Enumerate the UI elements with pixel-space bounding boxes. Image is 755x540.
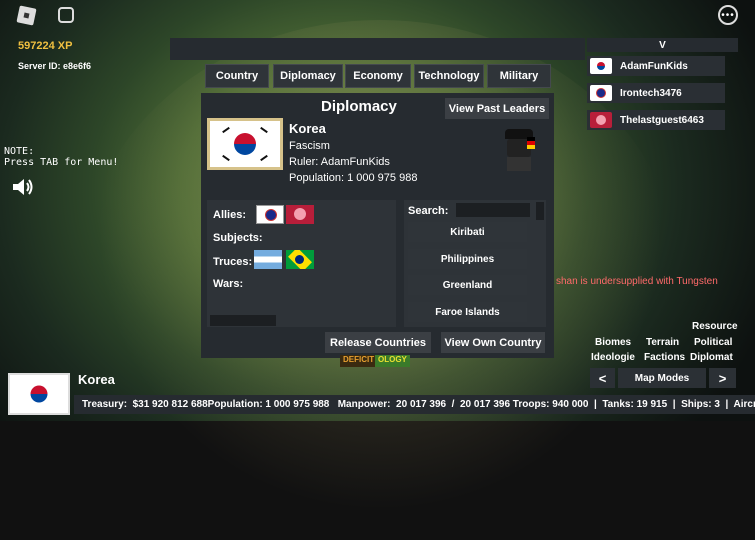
argentina-flag-icon[interactable] (254, 250, 282, 269)
list-scrollbar[interactable] (536, 202, 544, 220)
player-name: AdamFunKids (620, 60, 688, 72)
player-name: Irontech3476 (620, 87, 682, 99)
note-text: Press TAB for Menu! (4, 157, 119, 168)
country-list-item[interactable]: Greenland (408, 275, 527, 295)
more-options-icon[interactable]: ••• (718, 5, 738, 25)
map-mode-factions[interactable]: Factions (644, 352, 685, 363)
leader-avatar (501, 129, 537, 173)
stats-bar: Treasury: $31 920 812 688Population: 1 0… (74, 395, 755, 414)
roblox-logo-icon[interactable] (16, 5, 37, 26)
ally-flag-icon[interactable] (286, 205, 314, 224)
bottom-country-name: Korea (78, 372, 115, 387)
map-mode-prev-button[interactable]: < (590, 368, 615, 388)
korea-flag-icon (10, 375, 68, 413)
blue-flag-icon (590, 85, 612, 101)
tab-diplomacy[interactable]: Diplomacy (273, 64, 343, 88)
korea-flag-icon (210, 121, 280, 167)
collapse-button[interactable]: V (587, 38, 738, 52)
note-label: NOTE: (4, 146, 35, 157)
country-name: Korea (289, 121, 326, 136)
resource-notice: shan is undersupplied with Tungsten (556, 276, 718, 287)
red-flag-icon (590, 112, 612, 128)
view-own-country-button[interactable]: View Own Country (441, 332, 545, 353)
diplomacy-panel: Diplomacy View Past Leaders Korea Fascis… (201, 93, 554, 358)
player-row[interactable]: AdamFunKids (587, 56, 725, 76)
map-mode-ideologie[interactable]: Ideologie (591, 352, 635, 363)
ally-flag-icon[interactable] (256, 205, 284, 224)
release-countries-button[interactable]: Release Countries (325, 332, 431, 353)
chat-icon[interactable] (58, 7, 74, 23)
map-mode-diplomat[interactable]: Diplomat (690, 352, 733, 363)
map-mode-resource[interactable]: Resource (692, 321, 738, 332)
map-mode-next-button[interactable]: > (709, 368, 736, 388)
truces-label: Truces: (213, 256, 253, 268)
ideology: Fascism (289, 140, 330, 152)
player-row[interactable]: Thelastguest6463 (587, 110, 725, 130)
player-name: Thelastguest6463 (620, 114, 704, 126)
ology-tag: OLOGY (375, 355, 410, 367)
view-past-leaders-button[interactable]: View Past Leaders (445, 98, 549, 119)
stats-text: Treasury: $31 920 812 688Population: 1 0… (82, 399, 755, 410)
tab-economy[interactable]: Economy (345, 64, 411, 88)
allies-label: Allies: (213, 209, 247, 221)
subjects-label: Subjects: (213, 232, 263, 244)
ruler: Ruler: AdamFunKids (289, 156, 390, 168)
country-list-item[interactable]: Kiribati (408, 222, 527, 242)
top-bar (170, 38, 585, 60)
player-row[interactable]: Irontech3476 (587, 83, 725, 103)
speaker-icon[interactable] (12, 178, 34, 196)
brazil-flag-icon[interactable] (286, 250, 314, 269)
deficit-tag: DEFICIT (340, 355, 378, 367)
map-mode-terrain[interactable]: Terrain (646, 337, 679, 348)
tab-technology[interactable]: Technology (414, 64, 484, 88)
map-mode-biomes[interactable]: Biomes (595, 337, 631, 348)
relations-box: Allies: Subjects: Truces: Wars: (207, 200, 396, 327)
wars-scrollbar[interactable] (210, 315, 276, 326)
search-input[interactable] (456, 203, 530, 217)
map-mode-political[interactable]: Political (694, 337, 732, 348)
panel-title: Diplomacy (321, 98, 397, 115)
korea-flag-icon (590, 58, 612, 74)
search-label: Search: (408, 205, 449, 217)
bottom-flag-frame[interactable] (8, 373, 70, 415)
map-modes-label: Map Modes (618, 368, 706, 388)
server-id: Server ID: e8e6f6 (18, 61, 92, 71)
tab-military[interactable]: Military (487, 64, 551, 88)
country-list-item[interactable]: Philippines (408, 249, 527, 269)
country-flag-frame (207, 118, 283, 170)
wars-label: Wars: (213, 278, 244, 290)
xp-label: 597224 XP (18, 40, 73, 52)
tab-country[interactable]: Country (205, 64, 269, 88)
population: Population: 1 000 975 988 (289, 172, 418, 184)
country-list-item[interactable]: Faroe Islands (408, 302, 527, 322)
